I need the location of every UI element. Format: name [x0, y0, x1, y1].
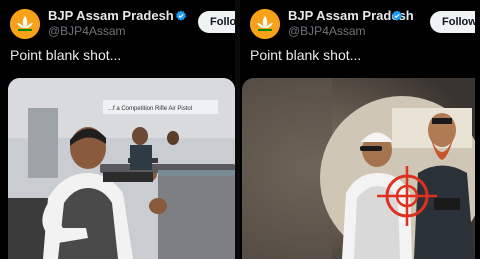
- shooting-range-photo: ...f a Competition Rifle Air Pistol: [8, 78, 235, 259]
- post-media-image[interactable]: [242, 78, 475, 259]
- avatar[interactable]: [10, 9, 40, 39]
- post-text: Point blank shot...: [10, 47, 122, 63]
- account-name[interactable]: BJP Assam Pradesh: [48, 8, 174, 23]
- post-card-2[interactable]: BJP Assam Pradesh @BJP4Assam Follow Poin…: [240, 0, 475, 259]
- lotus-avatar-icon: [10, 9, 40, 39]
- lotus-avatar-icon: [250, 9, 280, 39]
- crosshair-illustration: [242, 78, 475, 259]
- media-caption: ...f a Competition Rifle Air Pistol: [108, 106, 192, 112]
- verified-badge-icon: [392, 10, 402, 21]
- account-handle[interactable]: @BJP4Assam: [288, 24, 366, 38]
- avatar[interactable]: [250, 9, 280, 39]
- post-text: Point blank shot...: [250, 47, 362, 63]
- follow-button[interactable]: Follo: [198, 11, 235, 33]
- post-media-image[interactable]: ...f a Competition Rifle Air Pistol: [8, 78, 235, 259]
- follow-button[interactable]: Follow: [430, 11, 475, 33]
- post-card-1[interactable]: BJP Assam Pradesh @BJP4Assam Follo Point…: [0, 0, 235, 259]
- verified-badge-icon: [176, 10, 186, 21]
- account-handle[interactable]: @BJP4Assam: [48, 24, 126, 38]
